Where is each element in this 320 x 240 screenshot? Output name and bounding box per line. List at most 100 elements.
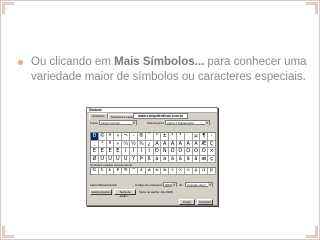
recent-symbol-cell[interactable]: × (176, 168, 185, 175)
symbol-cell[interactable]: ¹ (98, 140, 107, 148)
symbol-cell[interactable]: Â (169, 140, 177, 148)
symbol-cell[interactable]: â (169, 155, 177, 163)
symbol-cell[interactable]: Ä (184, 140, 193, 148)
symbol-cell[interactable]: Ù (98, 155, 107, 163)
bullet-icon (18, 60, 23, 65)
char-code-label: Código do caractere: (135, 183, 163, 187)
symbol-cell[interactable]: » (114, 140, 123, 148)
bullet-text: Ou clicando em Mais Símbolos... para con… (31, 55, 308, 85)
symbol-cell[interactable]: æ (200, 155, 209, 163)
corner-decoration (306, 2, 318, 14)
recent-symbol-cell[interactable]: β (208, 168, 216, 175)
symbol-cell[interactable]: Ú (106, 155, 115, 163)
symbol-cell[interactable]: Ã (176, 140, 185, 148)
subset-select[interactable]: Latim-1 Suplemento (165, 120, 210, 125)
symbol-cell[interactable]: ° (153, 133, 162, 141)
symbol-cell[interactable]: µ (192, 133, 201, 141)
recent-symbol-cell[interactable]: ÷ (169, 168, 177, 175)
symbol-cell[interactable]: Î (137, 148, 146, 156)
symbol-cell[interactable]: Ç (208, 140, 216, 148)
symbol-cell[interactable]: Ô (184, 148, 193, 156)
recent-symbol-cell[interactable]: ≤ (153, 168, 162, 175)
symbol-cell[interactable]: À (153, 140, 162, 148)
symbol-cell[interactable]: É (98, 148, 107, 156)
symbol-cell[interactable]: ç (208, 155, 216, 163)
symbol-cell[interactable]: ª (106, 133, 115, 141)
symbol-cell[interactable]: Å (192, 140, 201, 148)
symbol-cell[interactable]: - (130, 133, 138, 141)
symbol-cell[interactable]: Ö (200, 148, 209, 156)
symbol-cell[interactable]: º (106, 140, 115, 148)
symbol-cell[interactable]: Õ (192, 148, 201, 156)
symbol-cell[interactable]: ® (137, 133, 146, 141)
symbol-cell[interactable]: Ï (145, 148, 154, 156)
symbol-cell[interactable]: Ü (122, 155, 131, 163)
font-label: Fonte: (90, 121, 99, 125)
symbol-cell[interactable]: ¾ (137, 140, 146, 148)
tab-symbols[interactable]: Símbolos (89, 113, 108, 119)
symbol-cell[interactable]: ´ (184, 133, 193, 141)
char-code-input[interactable]: 00D0 (163, 182, 177, 187)
bullet-text-before: Ou clicando em (31, 56, 115, 68)
symbol-cell[interactable]: Æ (200, 140, 209, 148)
symbol-cell[interactable]: ± (161, 133, 170, 141)
bullet-text-bold: Mais Símbolos... (114, 56, 205, 68)
symbol-cell[interactable]: × (208, 148, 216, 156)
autocorrect-button[interactable]: AutoCorreção... (90, 189, 112, 195)
symbol-cell[interactable]: Þ (137, 155, 146, 163)
recent-symbol-cell[interactable]: ® (122, 168, 131, 175)
recent-symbol-cell[interactable]: ∞ (184, 168, 193, 175)
from-label: de: (179, 183, 184, 187)
cancel-button[interactable]: Cancelar (197, 199, 213, 205)
recent-symbol-cell[interactable]: € (98, 168, 107, 175)
symbol-cell[interactable]: Ê (106, 148, 115, 156)
symbol-cell[interactable]: Û (114, 155, 123, 163)
symbol-cell[interactable]: « (114, 133, 123, 141)
symbol-cell[interactable]: ¶ (200, 133, 209, 141)
insert-button[interactable]: Inserir (179, 199, 195, 205)
symbol-cell[interactable]: ³ (176, 133, 185, 141)
symbol-cell[interactable]: à (153, 155, 162, 163)
symbol-cell[interactable]: Ý (130, 155, 138, 163)
symbol-cell[interactable]: © (98, 133, 107, 141)
symbol-cell[interactable]: å (192, 155, 201, 163)
recent-symbol-cell[interactable]: ± (137, 168, 146, 175)
symbol-cell[interactable]: ä (184, 155, 193, 163)
symbol-cell[interactable]: Ì (122, 148, 131, 156)
from-select[interactable]: Unicode (hex) (185, 182, 213, 187)
symbol-cell[interactable]: ã (176, 155, 185, 163)
symbol-cell[interactable]: Ð (91, 133, 99, 141)
symbol-cell[interactable]: · (208, 133, 216, 141)
symbol-cell[interactable]: Ó (176, 148, 185, 156)
char-name: Latim Maiúscula Eth (90, 183, 118, 187)
recent-symbol-cell[interactable]: µ (192, 168, 201, 175)
symbol-cell[interactable]: ¬ (122, 133, 131, 141)
symbol-cell[interactable]: ß (145, 155, 154, 163)
shortcut-key-button[interactable]: Tecla de atalho... (114, 189, 136, 198)
symbol-cell[interactable]: ¸ (91, 140, 99, 148)
recent-symbol-cell[interactable]: ™ (130, 168, 138, 175)
recent-symbol-cell[interactable]: ≥ (161, 168, 170, 175)
recent-symbol-cell[interactable]: © (91, 168, 99, 175)
symbol-cell[interactable]: Á (161, 140, 170, 148)
symbol-cell[interactable]: Ë (114, 148, 123, 156)
corner-decoration (2, 2, 14, 14)
recent-symbol-cell[interactable]: α (200, 168, 209, 175)
symbol-cell[interactable]: Ò (169, 148, 177, 156)
recent-symbol-cell[interactable]: ≠ (145, 168, 154, 175)
symbol-cell[interactable]: ¯ (145, 133, 154, 141)
symbol-cell[interactable]: Í (130, 148, 138, 156)
symbol-cell[interactable]: Ð (153, 148, 162, 156)
symbol-cell[interactable]: ¿ (145, 140, 154, 148)
recent-symbol-cell[interactable]: £ (106, 168, 115, 175)
symbol-cell[interactable]: ½ (130, 140, 138, 148)
symbol-cell[interactable]: Ø (91, 155, 99, 163)
symbol-cell[interactable]: Ñ (161, 148, 170, 156)
corner-decoration (2, 226, 14, 238)
symbol-cell[interactable]: ² (169, 133, 177, 141)
font-select[interactable]: (texto normal) (99, 120, 137, 125)
recent-symbol-cell[interactable]: ¥ (114, 168, 123, 175)
symbol-cell[interactable]: È (91, 148, 99, 156)
symbol-cell[interactable]: ¼ (122, 140, 131, 148)
symbol-cell[interactable]: á (161, 155, 170, 163)
